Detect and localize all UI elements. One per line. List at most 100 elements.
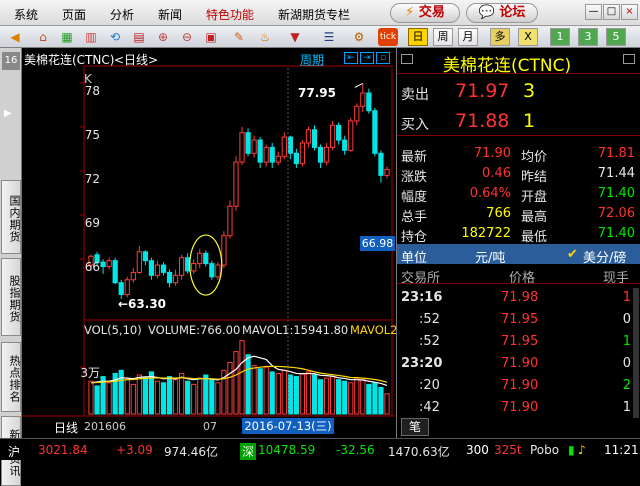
minimize-button[interactable]: — bbox=[585, 4, 602, 20]
candle-body bbox=[263, 146, 269, 163]
tick-scrollbar[interactable] bbox=[633, 288, 639, 418]
candle-body bbox=[112, 260, 118, 284]
ticks-header-qty: 现手 bbox=[603, 271, 630, 286]
candle-body bbox=[221, 235, 227, 266]
candle-body bbox=[360, 92, 366, 107]
volume-legend-volume: VOLUME:766.00 bbox=[148, 323, 241, 337]
volume-bar bbox=[293, 376, 299, 415]
home-icon[interactable]: ⌂ bbox=[34, 28, 52, 46]
sz-index: 10478.59 bbox=[258, 443, 316, 457]
close-button[interactable]: × bbox=[621, 4, 638, 20]
bar-chart-icon[interactable]: ▤ bbox=[130, 28, 148, 46]
period-1[interactable]: 1 bbox=[550, 28, 570, 46]
lamp-icon[interactable]: ♨ bbox=[256, 28, 274, 46]
y-tick-66: 66 bbox=[84, 260, 100, 274]
volume-bar bbox=[257, 368, 263, 415]
forum-button[interactable]: 💬 论坛 bbox=[466, 3, 538, 23]
sell-price: 71.97 bbox=[455, 80, 510, 102]
zoom-in-icon[interactable]: ⊕ bbox=[154, 28, 172, 46]
tick-row: :20 71.90 2 bbox=[397, 376, 640, 396]
expand-arrow-icon[interactable]: ▶ bbox=[4, 108, 12, 119]
tick-time: :42 bbox=[419, 400, 440, 415]
volume-bar bbox=[197, 377, 203, 415]
tab-count-badge: 16 bbox=[2, 52, 20, 70]
period-multi[interactable]: 多 bbox=[490, 28, 510, 46]
candle-body bbox=[336, 124, 342, 141]
volume-bar bbox=[354, 377, 360, 415]
maximize-button[interactable]: □ bbox=[603, 4, 620, 20]
last-price-marker: 66.98 bbox=[360, 236, 395, 251]
grid-icon[interactable]: ▦ bbox=[58, 28, 76, 46]
unit-option[interactable]: 美分/磅 bbox=[583, 247, 626, 266]
volume-bar bbox=[336, 379, 342, 415]
trade-button[interactable]: ⚡ 交易 bbox=[390, 3, 460, 23]
menu-special-features[interactable]: 特色功能 bbox=[206, 6, 254, 23]
back-arrow-icon[interactable]: ◀ bbox=[6, 28, 24, 46]
candle-body bbox=[179, 257, 185, 276]
sh-amount: 974.46亿 bbox=[164, 445, 218, 459]
period-x[interactable]: X bbox=[518, 28, 538, 46]
quote-stat-value: 182722 bbox=[461, 226, 511, 241]
menu-analysis[interactable]: 分析 bbox=[110, 6, 134, 23]
volume-bar bbox=[281, 369, 287, 415]
zoom-out-icon[interactable]: ⊖ bbox=[178, 28, 196, 46]
volume-bar bbox=[372, 382, 378, 415]
unit-check-icon[interactable]: ✔ bbox=[567, 247, 578, 262]
volume-bar bbox=[360, 379, 366, 415]
filter-icon[interactable]: ▼ bbox=[286, 28, 304, 46]
tab-ticks[interactable]: 笔 bbox=[401, 418, 429, 436]
volume-bar bbox=[245, 354, 251, 415]
candle-body bbox=[227, 205, 233, 237]
candle-body bbox=[323, 146, 330, 163]
kline-chart-panel[interactable]: 美棉花连(CTNC) <日线> 周期 ⇤ ⇥ ▫ K 78 75 72 69 6… bbox=[22, 48, 398, 438]
period-5[interactable]: 5 bbox=[606, 28, 626, 46]
tab-hot-ranking[interactable]: 热点排名 bbox=[1, 342, 21, 412]
status-bar: 沪 3021.84 +3.09 974.46亿 深 10478.59 -32.5… bbox=[0, 438, 640, 460]
menu-news[interactable]: 新闻 bbox=[158, 6, 182, 23]
candle-body bbox=[185, 257, 191, 272]
forum-label: 论坛 bbox=[499, 5, 526, 20]
candle-body bbox=[281, 136, 287, 157]
period-3[interactable]: 3 bbox=[578, 28, 598, 46]
tick-button[interactable]: tick bbox=[378, 28, 398, 46]
candle-body bbox=[378, 152, 384, 176]
panel-expand-icon[interactable] bbox=[623, 54, 635, 64]
period-month[interactable]: 月 bbox=[458, 28, 478, 46]
table-icon[interactable]: ☰ bbox=[320, 28, 338, 46]
volume-bar bbox=[191, 383, 197, 415]
quote-stat-value: 71.40 bbox=[597, 186, 635, 201]
candle-body bbox=[317, 146, 324, 163]
low-price-label: ←63.30 bbox=[118, 297, 167, 311]
menu-page[interactable]: 页面 bbox=[62, 6, 86, 23]
y-tick-75: 75 bbox=[84, 128, 100, 142]
menu-xinhu-column[interactable]: 新湖期货专栏 bbox=[278, 6, 350, 23]
quote-stat-value: 766 bbox=[486, 206, 511, 221]
xaxis-date-1: 201606 bbox=[84, 420, 126, 433]
menu-system[interactable]: 系统 bbox=[14, 6, 38, 23]
quote-stat-label: 均价 bbox=[521, 150, 548, 165]
sz-change: -32.56 bbox=[336, 443, 375, 457]
candle-body bbox=[130, 271, 136, 281]
candle-body bbox=[148, 260, 155, 276]
period-day[interactable]: 日 bbox=[408, 28, 428, 46]
unit-label: 单位 bbox=[401, 251, 428, 266]
clock: 11:21 bbox=[604, 443, 639, 457]
volume-bar bbox=[239, 340, 245, 415]
candle-body bbox=[269, 146, 275, 163]
bell-icon[interactable]: ♪ bbox=[578, 443, 586, 457]
panel-toggle-icon[interactable] bbox=[401, 54, 413, 64]
pencil-icon[interactable]: ✎ bbox=[230, 28, 248, 46]
volume-bar bbox=[94, 385, 100, 415]
settings-icon[interactable]: ⚙ bbox=[350, 28, 368, 46]
refresh-icon[interactable]: ⟲ bbox=[106, 28, 124, 46]
chart-icon[interactable]: ▥ bbox=[82, 28, 100, 46]
period-week[interactable]: 周 bbox=[433, 28, 453, 46]
volume-bar bbox=[215, 382, 221, 415]
indicator-icon[interactable]: ▣ bbox=[202, 28, 220, 46]
ticks-header: 交易所 价格 现手 bbox=[397, 266, 640, 286]
quote-stat-value: 0.46 bbox=[482, 166, 511, 181]
candle-body bbox=[311, 129, 318, 148]
tab-domestic-futures[interactable]: 国内期货 bbox=[1, 180, 21, 254]
quote-stat-row: 总手 766 最高 72.06 bbox=[397, 204, 640, 225]
tab-index-futures[interactable]: 股指期货 bbox=[1, 258, 21, 336]
